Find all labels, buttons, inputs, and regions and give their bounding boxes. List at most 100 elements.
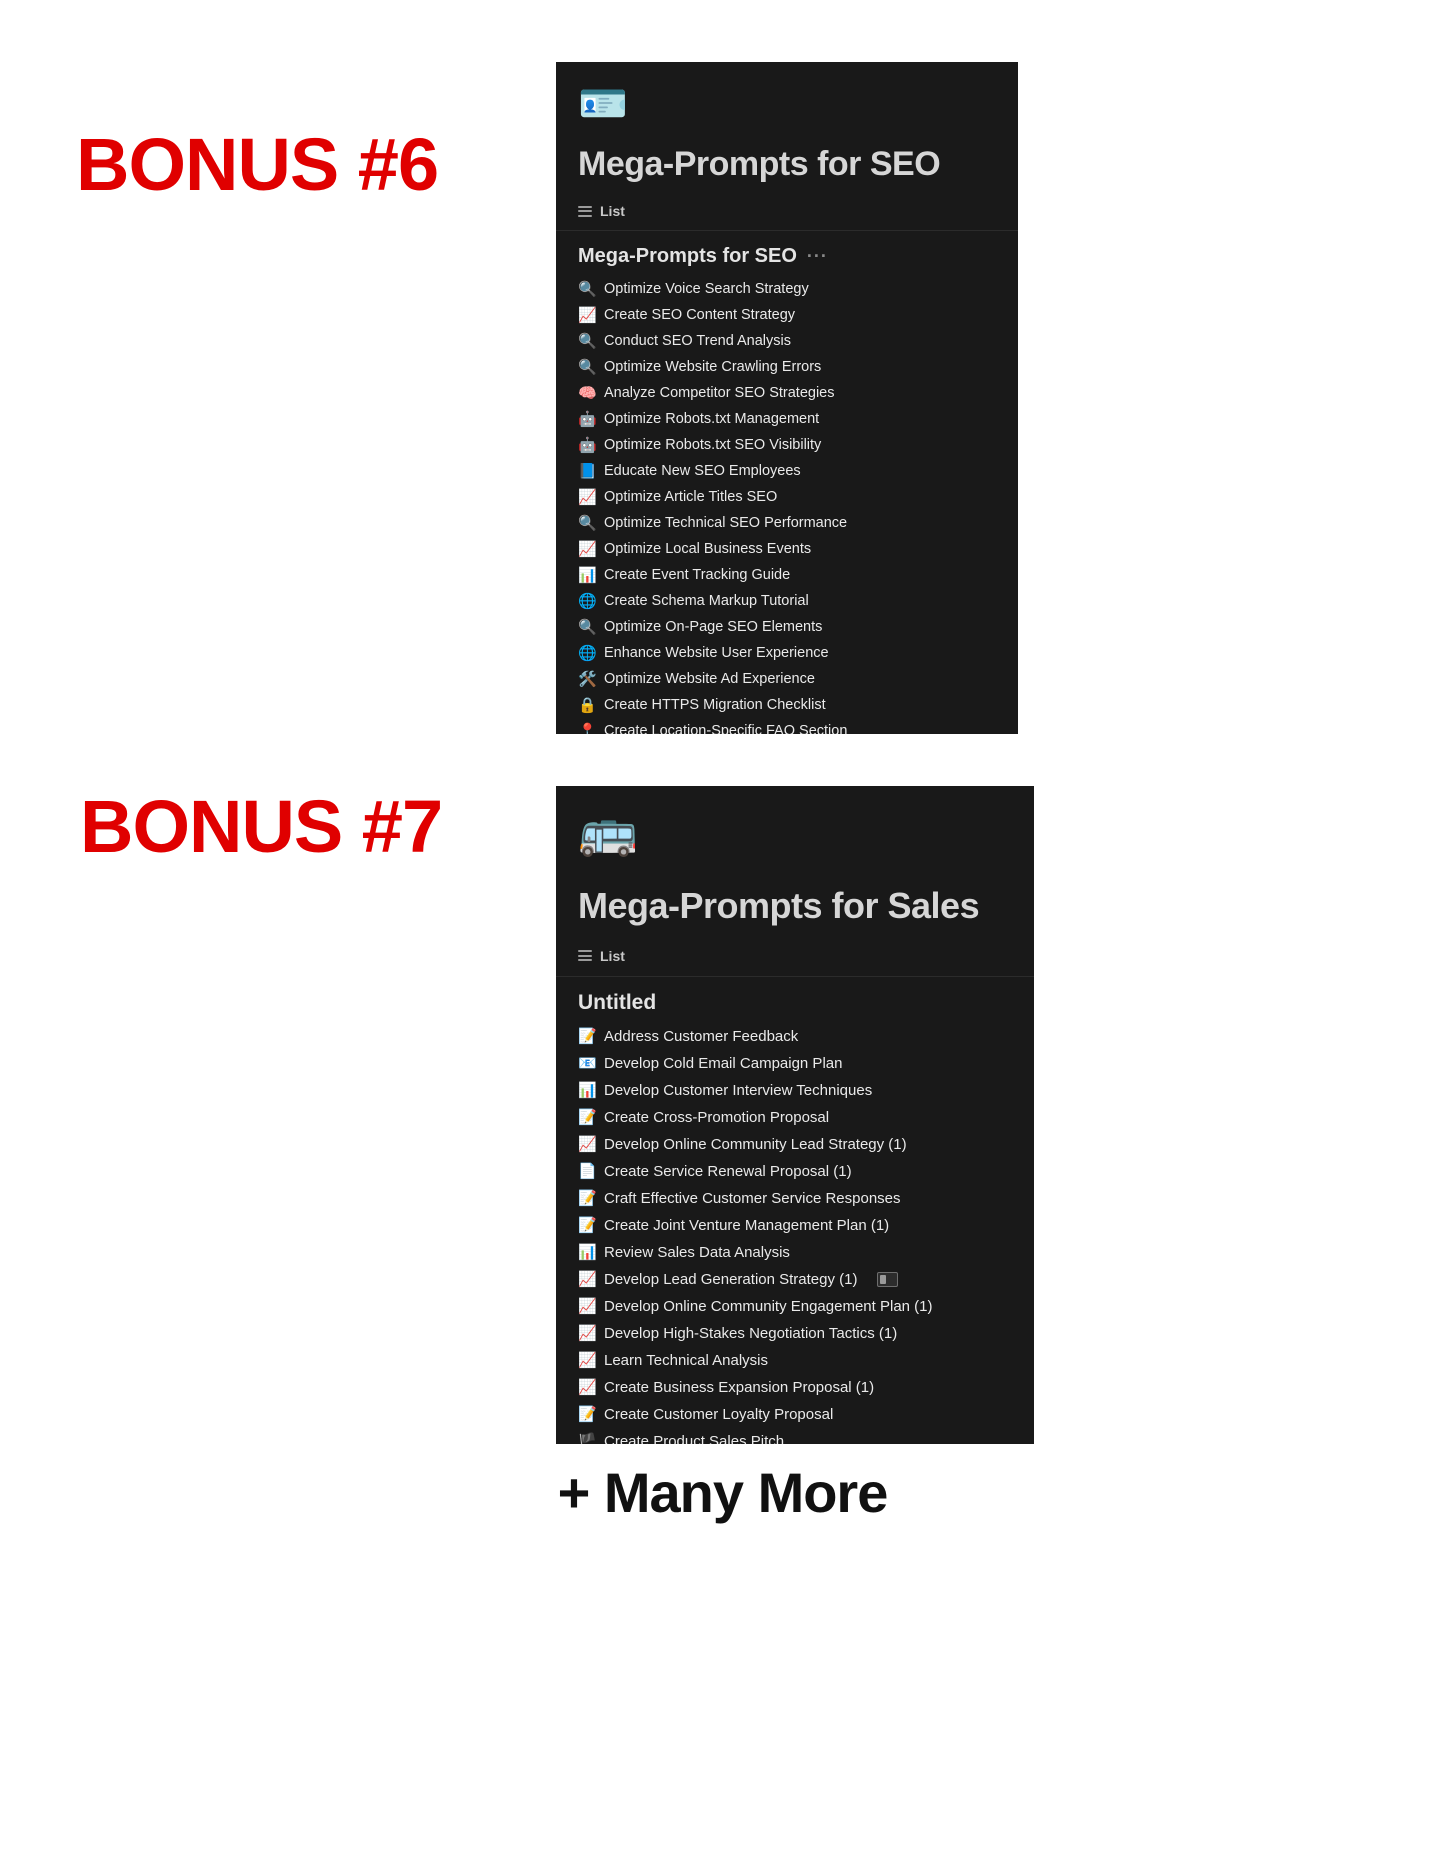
list-item-label: Create Customer Loyalty Proposal <box>604 1405 834 1423</box>
list-item[interactable]: 📈 Develop Online Community Engagement Pla… <box>578 1293 1012 1320</box>
sales-rows-container: 📝 Address Customer Feedback 📧 Develop Cold … <box>578 1023 1012 1444</box>
sales-group-heading: Untitled <box>578 991 1012 1015</box>
sales-view-label: List <box>600 947 625 964</box>
sales-card-header: 🚌 Mega-Prompts for Sales <box>556 786 1034 926</box>
flag-emoji: 🏴 <box>578 1432 597 1444</box>
list-item[interactable]: 📈 Develop Online Community Lead Strategy … <box>578 1131 1012 1158</box>
bonus-6-label: BONUS #6 <box>76 123 439 206</box>
chart-increasing-emoji: 📈 <box>578 540 597 558</box>
chart-increasing-emoji: 📈 <box>578 1270 597 1288</box>
list-item-label: Optimize Article Titles SEO <box>604 489 778 506</box>
list-item[interactable]: 📈 Optimize Article Titles SEO <box>578 484 996 510</box>
list-item-label: Develop Online Community Engagement Plan… <box>604 1297 933 1315</box>
list-item-label: Optimize Robots.txt SEO Visibility <box>604 437 822 454</box>
sales-group-heading-label: Untitled <box>578 990 657 1014</box>
identification-card-icon: 🪪 <box>578 82 628 126</box>
list-item[interactable]: 🧠 Analyze Competitor SEO Strategies <box>578 380 996 406</box>
list-item-label: Optimize Robots.txt Management <box>604 411 820 428</box>
list-item-label: Optimize Voice Search Strategy <box>604 281 809 298</box>
seo-rows-container: 🔍 Optimize Voice Search Strategy 📈 Create S… <box>578 276 996 734</box>
list-item[interactable]: 📊 Develop Customer Interview Techniques <box>578 1077 1012 1104</box>
robot-emoji: 🤖 <box>578 436 597 454</box>
list-item-label: Create Location-Specific FAQ Section <box>604 723 848 734</box>
list-item[interactable]: 🌐 Enhance Website User Experience <box>578 640 996 666</box>
list-item[interactable]: 🔍 Conduct SEO Trend Analysis <box>578 328 996 354</box>
list-item[interactable]: 🔍 Optimize Website Crawling Errors <box>578 354 996 380</box>
list-item-label: Create HTTPS Migration Checklist <box>604 697 826 714</box>
list-item[interactable]: 🔍 Optimize Technical SEO Performance <box>578 510 996 536</box>
list-item-label: Develop Lead Generation Strategy (1) <box>604 1270 858 1288</box>
bar-chart-emoji: 📊 <box>578 566 597 584</box>
magnifying-glass-emoji: 🔍 <box>578 358 597 376</box>
list-item[interactable]: 📈 Develop Lead Generation Strategy (1) <box>578 1266 1012 1293</box>
list-item[interactable]: 🤖 Optimize Robots.txt SEO Visibility <box>578 432 996 458</box>
list-item-label: Optimize Technical SEO Performance <box>604 515 848 532</box>
list-item[interactable]: 📘 Educate New SEO Employees <box>578 458 996 484</box>
bonus-7-label: BONUS #7 <box>80 785 443 868</box>
list-item-label: Learn Technical Analysis <box>604 1351 768 1369</box>
magnifying-glass-emoji: 🔍 <box>578 514 597 532</box>
list-item[interactable]: 📝 Craft Effective Customer Service Respon… <box>578 1185 1012 1212</box>
hammer-and-wrench-emoji: 🛠️ <box>578 670 597 688</box>
list-item[interactable]: 🔍 Optimize Voice Search Strategy <box>578 276 996 302</box>
list-item[interactable]: 📝 Create Joint Venture Management Plan (1… <box>578 1212 1012 1239</box>
email-emoji: 📧 <box>578 1054 597 1072</box>
bus-icon: 🚌 <box>578 805 638 858</box>
list-item[interactable]: 📊 Create Event Tracking Guide <box>578 562 996 588</box>
chart-increasing-emoji: 📈 <box>578 1297 597 1315</box>
bar-chart-emoji: 📊 <box>578 1081 597 1099</box>
list-item[interactable]: 📝 Address Customer Feedback <box>578 1023 1012 1050</box>
list-item-label: Create Product Sales Pitch <box>604 1432 785 1444</box>
seo-list-body: Mega-Prompts for SEO ··· 🔍 Optimize Voice… <box>556 231 1018 734</box>
list-item-label: Enhance Website User Experience <box>604 645 829 662</box>
list-item-label: Craft Effective Customer Service Respons… <box>604 1189 901 1207</box>
memo-emoji: 📝 <box>578 1027 597 1045</box>
robot-emoji: 🤖 <box>578 410 597 428</box>
list-item[interactable]: 📄 Create Service Renewal Proposal (1) <box>578 1158 1012 1185</box>
bar-chart-emoji: 📊 <box>578 1243 597 1261</box>
list-item[interactable]: 🔍 Optimize On-Page SEO Elements <box>578 614 996 640</box>
list-item[interactable]: 🤖 Optimize Robots.txt Management <box>578 406 996 432</box>
list-item[interactable]: 📈 Create SEO Content Strategy <box>578 302 996 328</box>
list-item-label: Optimize Website Crawling Errors <box>604 359 822 376</box>
list-item-label: Create Cross-Promotion Proposal <box>604 1108 830 1126</box>
list-item[interactable]: 📍 Create Location-Specific FAQ Section <box>578 718 996 734</box>
chart-increasing-emoji: 📈 <box>578 1378 597 1396</box>
list-item-label: Develop High-Stakes Negotiation Tactics … <box>604 1324 898 1342</box>
list-item[interactable]: 🛠️ Optimize Website Ad Experience <box>578 666 996 692</box>
list-item-label: Create Service Renewal Proposal (1) <box>604 1162 852 1180</box>
list-item[interactable]: 📈 Optimize Local Business Events <box>578 536 996 562</box>
list-item-label: Create Business Expansion Proposal (1) <box>604 1378 875 1396</box>
list-item-label: Optimize Local Business Events <box>604 541 812 558</box>
chart-increasing-emoji: 📈 <box>578 1351 597 1369</box>
list-item-label: Develop Customer Interview Techniques <box>604 1081 873 1099</box>
list-item[interactable]: 📝 Create Cross-Promotion Proposal <box>578 1104 1012 1131</box>
sales-view-bar[interactable]: List <box>556 926 1034 977</box>
memo-emoji: 📝 <box>578 1405 597 1423</box>
list-item[interactable]: 📈 Develop High-Stakes Negotiation Tactics… <box>578 1320 1012 1347</box>
list-item-label: Optimize On-Page SEO Elements <box>604 619 823 636</box>
list-item[interactable]: 📈 Create Business Expansion Proposal (1) <box>578 1374 1012 1401</box>
magnifying-glass-emoji: 🔍 <box>578 618 597 636</box>
list-item[interactable]: 🌐 Create Schema Markup Tutorial <box>578 588 996 614</box>
memo-emoji: 📝 <box>578 1216 597 1234</box>
list-item[interactable]: 📧 Develop Cold Email Campaign Plan <box>578 1050 1012 1077</box>
list-item[interactable]: 📊 Review Sales Data Analysis <box>578 1239 1012 1266</box>
round-pushpin-emoji: 📍 <box>578 722 597 734</box>
chart-increasing-emoji: 📈 <box>578 1324 597 1342</box>
list-item-label: Optimize Website Ad Experience <box>604 671 815 688</box>
globe-emoji: 🌐 <box>578 592 597 610</box>
more-options-icon[interactable]: ··· <box>807 248 828 266</box>
page-facing-up-emoji: 📄 <box>578 1162 597 1180</box>
list-item[interactable]: 🏴 Create Product Sales Pitch <box>578 1428 1012 1444</box>
seo-view-bar[interactable]: List <box>556 183 1018 232</box>
brain-emoji: 🧠 <box>578 384 597 402</box>
memo-emoji: 📝 <box>578 1108 597 1126</box>
seo-group-heading: Mega-Prompts for SEO ··· <box>578 245 996 268</box>
list-item-label: Analyze Competitor SEO Strategies <box>604 385 835 402</box>
list-item-label: Conduct SEO Trend Analysis <box>604 333 791 350</box>
list-item[interactable]: 📝 Create Customer Loyalty Proposal <box>578 1401 1012 1428</box>
list-item[interactable]: 📈 Learn Technical Analysis <box>578 1347 1012 1374</box>
chart-increasing-emoji: 📈 <box>578 306 597 324</box>
list-item[interactable]: 🔒 Create HTTPS Migration Checklist <box>578 692 996 718</box>
